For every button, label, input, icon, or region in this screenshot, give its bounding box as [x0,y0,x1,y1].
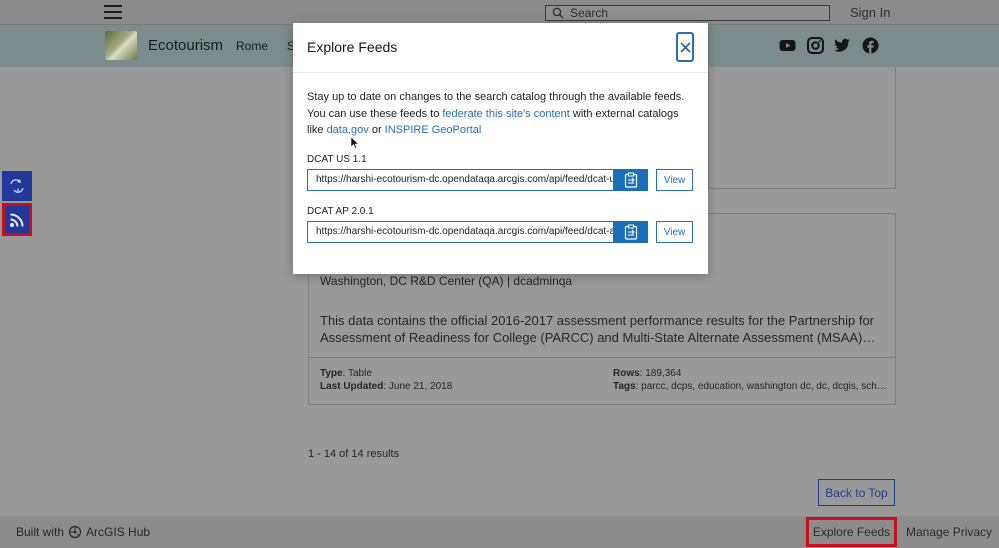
feed-label-dcat-us: DCAT US 1.1 [307,154,367,165]
feed-label-dcat-ap: DCAT AP 2.0.1 [307,206,374,217]
manage-privacy-link[interactable]: Manage Privacy [906,525,992,539]
footer: Built with ArcGIS Hub Explore Feeds Mana… [0,516,999,548]
built-with-arcgis-hub[interactable]: Built with ArcGIS Hub [16,525,150,539]
top-bar: Search Sign In [0,0,999,25]
data-gov-link[interactable]: data.gov [327,124,369,136]
results-count: 1 - 14 of 14 results [308,448,400,460]
clipboard-icon [624,172,638,188]
built-with-label: Built with [16,525,65,539]
mouse-cursor-icon [351,137,359,149]
feed-url-field[interactable]: https://harshi-ecotourism-dc.opendataqa.… [307,169,614,191]
twitter-icon[interactable] [834,37,851,54]
card-description: This data contains the official 2016-201… [320,313,876,345]
copy-url-button[interactable] [614,221,648,243]
modal-title: Explore Feeds [307,39,398,55]
search-icon [552,7,564,19]
youtube-icon[interactable] [779,37,796,54]
card-updated: Last Updated: June 21, 2018 [320,381,453,392]
card-tags: Tags: parcc, dcps, education, washington… [613,381,887,392]
arcgis-hub-label: ArcGIS Hub [86,525,151,539]
copy-url-button[interactable] [614,169,648,191]
translate-icon: A [10,179,24,195]
card-rows: Rows: 189,364 [613,368,682,379]
card-owner: Washington, DC R&D Center (QA) | dcadmin… [320,274,573,288]
site-logo[interactable] [105,31,137,60]
modal-divider [293,72,708,73]
rss-icon [10,213,24,227]
result-card-partial [708,67,896,189]
instagram-icon[interactable] [807,37,824,54]
arcgis-hub-logo-icon [68,525,82,539]
site-title[interactable]: Ecotourism [148,37,223,54]
card-divider [309,357,895,358]
back-to-top-button[interactable]: Back to Top [818,479,895,506]
modal-description: Stay up to date on changes to the search… [307,91,685,136]
nav-item-rome[interactable]: Rome [236,39,268,53]
close-button[interactable] [676,32,694,62]
search-input[interactable]: Search [545,5,830,21]
feed-url-field[interactable]: https://harshi-ecotourism-dc.opendataqa.… [307,221,614,243]
hamburger-menu-icon[interactable] [104,5,122,19]
rss-feed-button[interactable] [2,203,32,236]
feed-row-dcat-ap: https://harshi-ecotourism-dc.opendataqa.… [307,221,648,243]
feed-row-dcat-us: https://harshi-ecotourism-dc.opendataqa.… [307,169,648,191]
clipboard-icon [624,224,638,240]
view-feed-button[interactable]: View [656,221,693,243]
explore-feeds-link[interactable]: Explore Feeds [806,517,897,547]
view-feed-button[interactable]: View [656,169,693,191]
card-type: Type: Table [320,368,372,379]
translate-button[interactable]: A [2,171,32,201]
sign-in-link[interactable]: Sign In [850,5,890,20]
close-icon [679,41,691,53]
search-placeholder: Search [570,6,609,20]
facebook-icon[interactable] [862,37,879,54]
inspire-geoportal-link[interactable]: INSPIRE GeoPortal [385,124,482,136]
federate-link[interactable]: federate this site's content [442,108,569,120]
